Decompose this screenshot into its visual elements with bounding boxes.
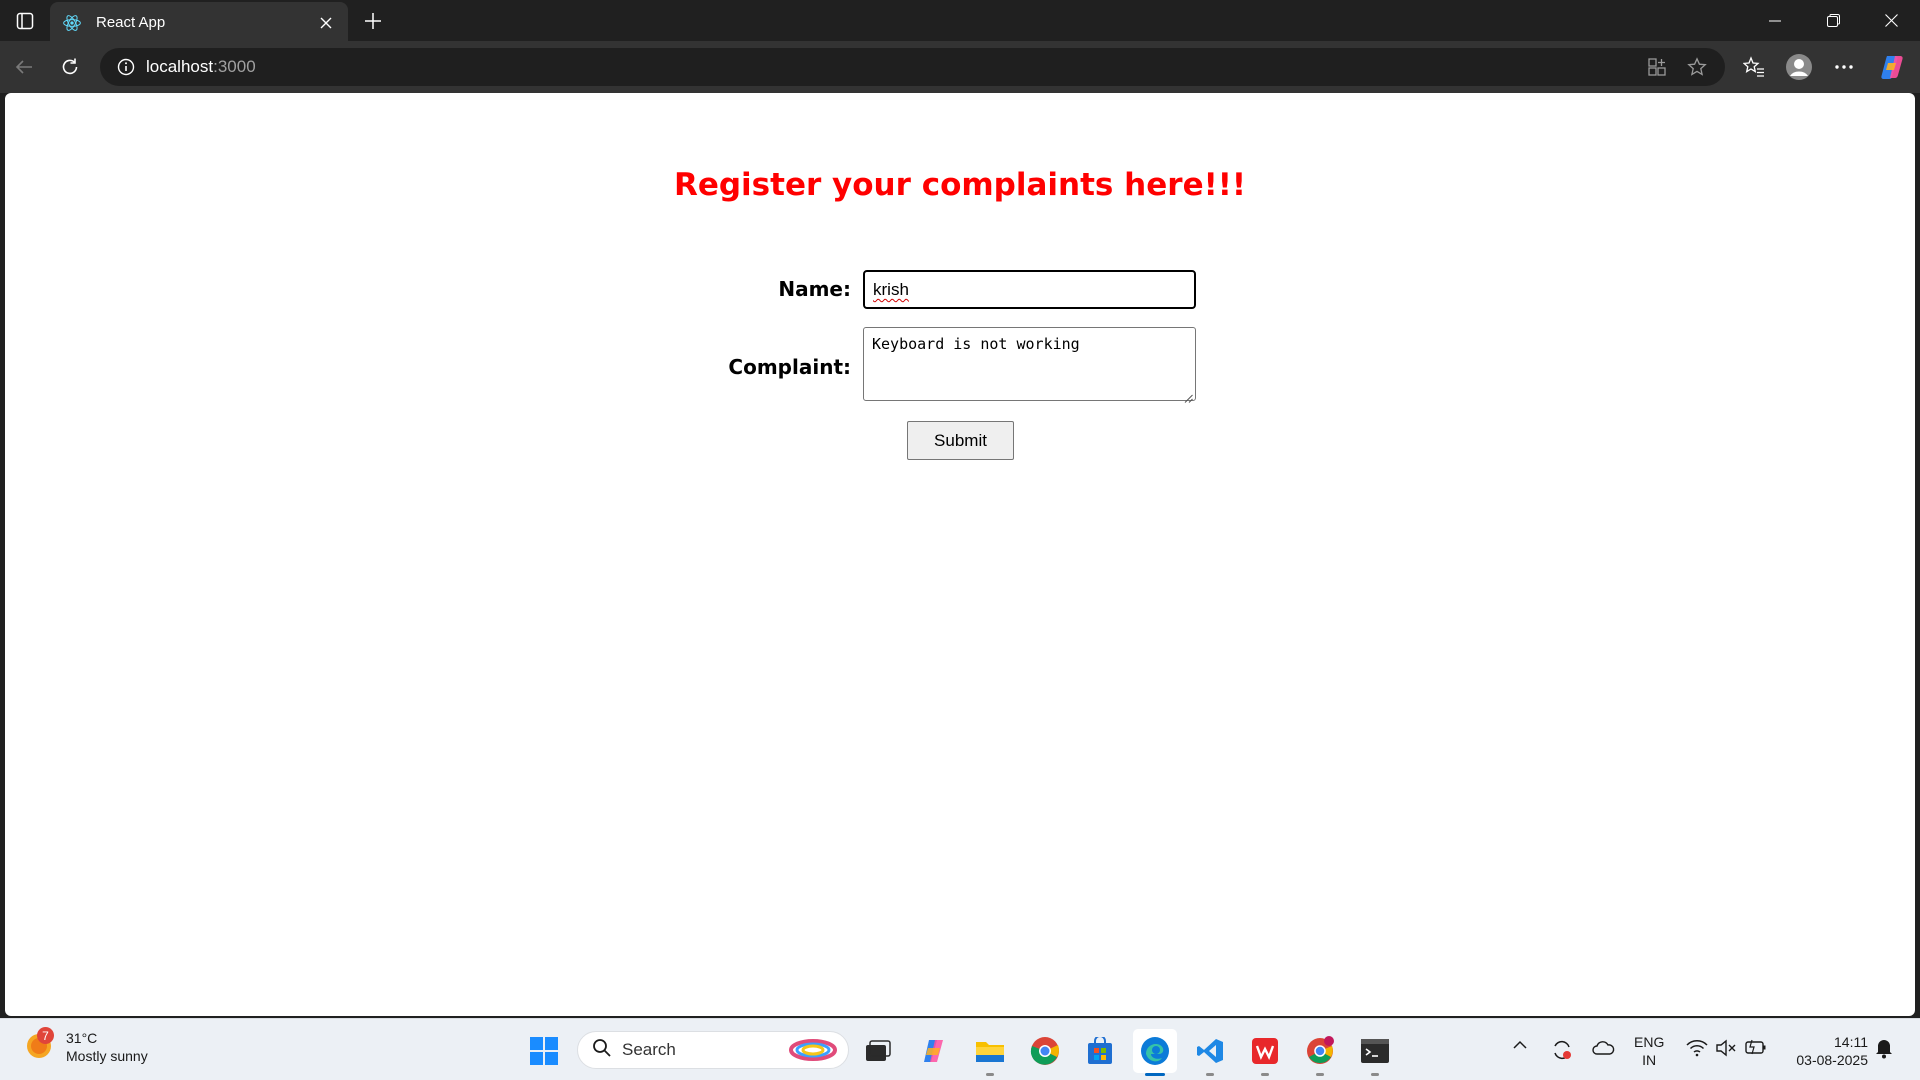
edge-browser-icon[interactable] [1133,1029,1177,1076]
search-label: Search [622,1040,676,1059]
page-heading: Register your complaints here!!! [673,167,1247,203]
weather-widget[interactable]: 7 31°C Mostly sunny [24,1027,148,1065]
task-view-icon[interactable] [856,1029,900,1073]
running-indicator [1261,1073,1269,1076]
complaint-textarea[interactable]: Keyboard is not working [863,327,1196,403]
back-arrow-icon[interactable] [8,51,40,83]
microsoft-store-icon[interactable] [1078,1029,1122,1073]
tab-actions-icon[interactable] [0,0,50,41]
new-tab-icon[interactable] [358,6,388,36]
name-input[interactable]: krish [863,270,1196,309]
copilot-app-icon[interactable] [912,1029,956,1073]
wps-office-icon[interactable] [1243,1029,1287,1076]
name-label: Name: [778,277,851,301]
language-indicator[interactable]: ENG IN [1634,1033,1664,1069]
site-info-icon[interactable] [106,58,146,76]
window-controls [1746,0,1920,41]
react-logo-icon [62,13,82,33]
search-highlight-icon [788,1036,838,1064]
running-indicator [1371,1073,1379,1076]
vscode-icon[interactable] [1188,1029,1232,1076]
running-indicator [1316,1073,1324,1076]
taskbar-search[interactable]: Search [577,1031,849,1069]
running-indicator [1206,1073,1214,1076]
volume-muted-icon[interactable] [1716,1039,1738,1057]
chrome-profile-icon[interactable] [1298,1029,1342,1076]
url-text: localhost:3000 [146,57,256,76]
clock-date: 03-08-2025 [1796,1052,1868,1068]
profile-avatar-icon[interactable] [1783,51,1815,83]
active-indicator [1145,1073,1165,1076]
onedrive-icon[interactable] [1591,1039,1615,1057]
language-code: ENG [1634,1034,1665,1050]
resize-grip-icon[interactable] [1184,389,1193,403]
favorite-star-icon[interactable] [1677,52,1717,82]
complaint-textarea-value: Keyboard is not working [872,335,1080,353]
name-input-value: krish [873,280,909,299]
terminal-icon[interactable] [1353,1029,1397,1076]
weather-description: Mostly sunny [66,1048,148,1064]
chrome-icon[interactable] [1023,1029,1067,1073]
windows-start-icon[interactable] [522,1029,566,1073]
complaint-label: Complaint: [728,355,851,379]
favorites-icon[interactable] [1738,51,1770,83]
browser-tab[interactable]: React App [50,2,348,43]
page-viewport: Register your complaints here!!! Name: k… [5,93,1915,1016]
notification-bell-icon[interactable] [1874,1037,1894,1059]
app-available-icon[interactable] [1637,52,1677,82]
tab-title: React App [96,14,166,31]
browser-title-bar: React App [0,0,1920,43]
windows-taskbar: 7 31°C Mostly sunny Search ENG IN 14:11 … [0,1018,1920,1080]
reload-icon[interactable] [54,51,86,83]
search-icon [592,1038,612,1063]
system-clock[interactable]: 14:11 03-08-2025 [1782,1033,1868,1069]
clock-time: 14:11 [1834,1034,1868,1050]
minimize-icon[interactable] [1746,0,1804,41]
chevron-up-icon[interactable] [1512,1039,1528,1051]
language-region: IN [1642,1052,1657,1068]
submit-button[interactable]: Submit [907,421,1014,460]
battery-icon[interactable] [1745,1039,1767,1055]
close-window-icon[interactable] [1862,0,1920,41]
weather-temperature: 31°C [66,1030,98,1046]
weather-badge: 7 [37,1027,54,1044]
address-bar[interactable]: localhost:3000 [100,48,1725,86]
sun-icon: 7 [24,1027,58,1064]
running-indicator [986,1073,994,1076]
file-explorer-icon[interactable] [968,1029,1012,1076]
browser-toolbar: localhost:3000 [0,41,1920,93]
close-tab-icon[interactable] [316,13,336,33]
sync-icon[interactable] [1551,1039,1573,1061]
more-options-icon[interactable] [1828,51,1860,83]
restore-icon[interactable] [1804,0,1862,41]
wifi-icon[interactable] [1686,1039,1708,1057]
copilot-icon[interactable] [1876,51,1908,83]
